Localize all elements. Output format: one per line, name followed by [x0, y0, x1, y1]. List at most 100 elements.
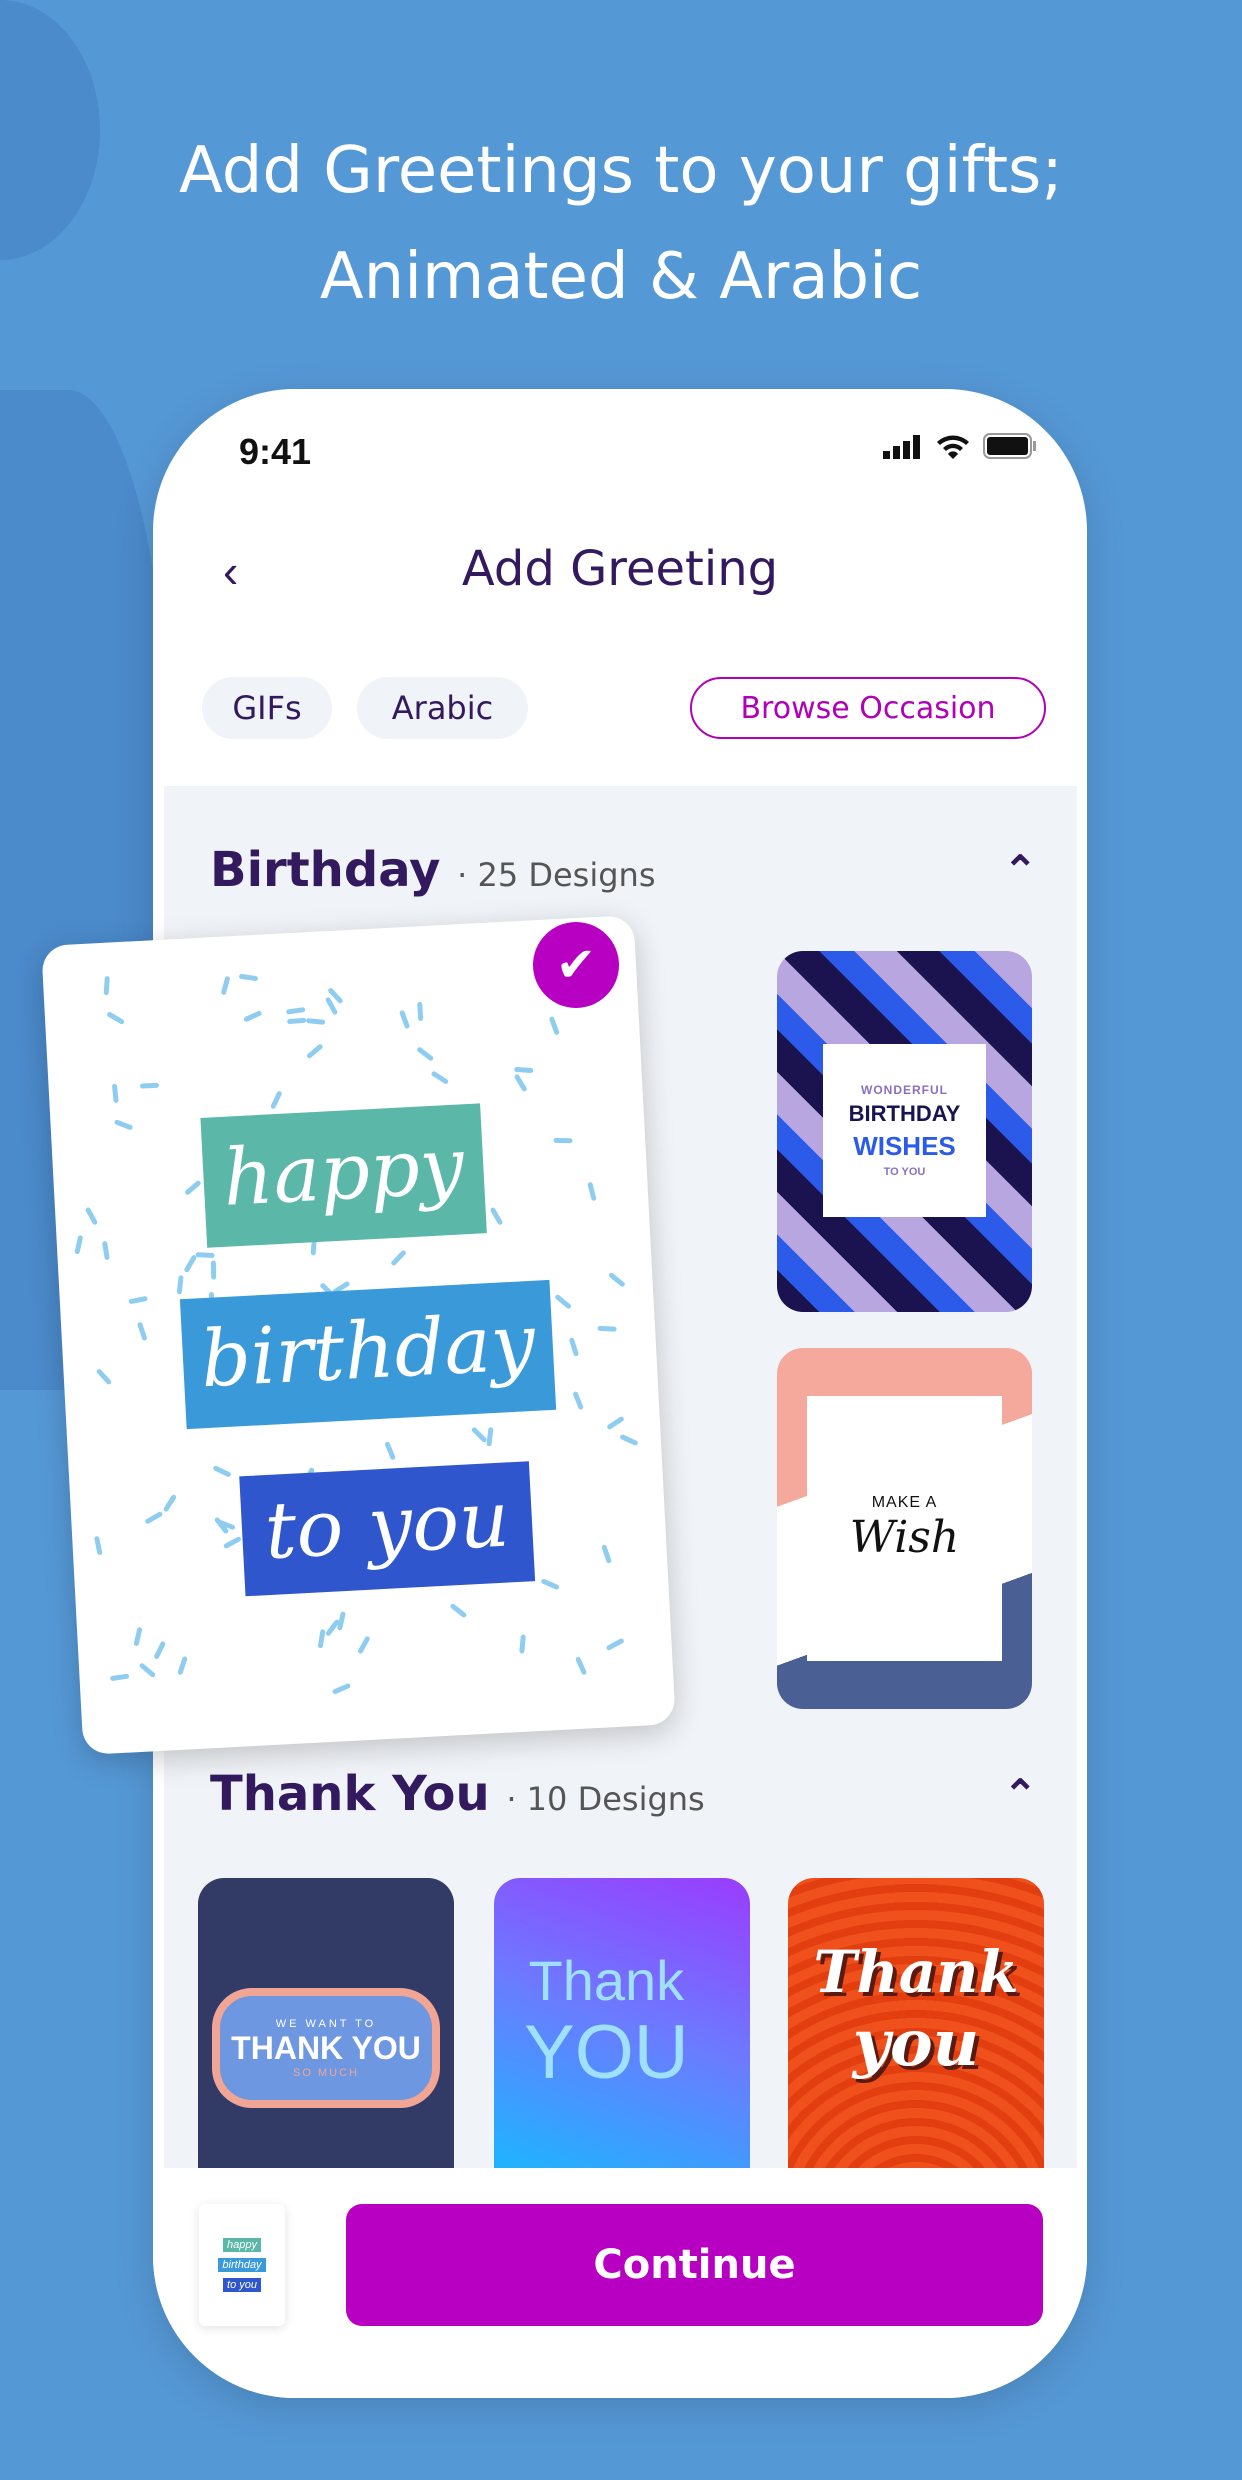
card-text: SO MUCH — [293, 2066, 359, 2079]
confetti-mark — [184, 1255, 197, 1273]
card-text: THANK YOU — [231, 2029, 421, 2066]
confetti-mark — [541, 1579, 560, 1590]
card-text: happy — [200, 1103, 487, 1248]
confetti-mark — [221, 976, 230, 995]
browse-occasion-button[interactable]: Browse Occasion — [690, 677, 1046, 739]
confetti-mark — [176, 1275, 184, 1295]
card-text: you — [852, 2006, 980, 2081]
confetti-mark — [569, 1337, 579, 1357]
confetti-mark — [490, 1207, 503, 1225]
confetti-mark — [317, 1629, 326, 1649]
card-text: BIRTHDAY — [848, 1101, 961, 1126]
confetti-mark — [239, 974, 258, 981]
thumb-text: birthday — [218, 2258, 266, 2272]
confetti-mark — [357, 1636, 370, 1654]
confetti-mark — [519, 1634, 526, 1654]
confetti-mark — [337, 1611, 346, 1631]
confetti-mark — [112, 1083, 119, 1103]
confetti-mark — [286, 1007, 306, 1015]
confetti-mark — [601, 1544, 612, 1564]
confetti-mark — [332, 1683, 351, 1695]
confetti-mark — [325, 997, 338, 1015]
greeting-card-birthday-wishes[interactable]: WONDERFUL BIRTHDAY WISHES TO YOU — [777, 951, 1032, 1312]
headline-line-1: Add Greetings to your gifts; — [179, 134, 1063, 208]
confetti-mark — [213, 1465, 231, 1477]
section-header-birthday: Birthday · 25 Designs — [210, 842, 656, 898]
confetti-mark — [94, 1536, 103, 1555]
confetti-mark — [177, 1656, 188, 1675]
confetti-mark — [114, 1119, 133, 1130]
confetti-mark — [450, 1603, 467, 1618]
confetti-mark — [163, 1494, 177, 1512]
confetti-mark — [287, 1017, 307, 1025]
status-time: 9:41 — [239, 431, 312, 472]
confetti-mark — [133, 1627, 143, 1646]
confetti-mark — [471, 1427, 487, 1443]
confetti-mark — [384, 1441, 396, 1460]
card-text: Wish — [849, 1512, 960, 1563]
confetti-mark — [573, 1391, 584, 1410]
collapse-chevron-up-icon[interactable]: ⌃ — [1003, 1772, 1037, 1818]
card-text: Thank — [813, 1938, 1019, 2006]
selected-greeting-card-happy-birthday[interactable]: happy birthday to you — [41, 915, 676, 1755]
signal-icon — [883, 435, 920, 459]
confetti-mark — [608, 1272, 625, 1287]
confetti-mark — [195, 1252, 215, 1258]
card-text: WONDERFUL — [861, 1083, 948, 1097]
collapse-chevron-up-icon[interactable]: ⌃ — [1003, 848, 1037, 894]
confetti-mark — [223, 1536, 242, 1549]
confetti-mark — [306, 1044, 323, 1059]
section-title: Thank You — [210, 1766, 490, 1822]
section-count: · 25 Designs — [457, 856, 656, 894]
confetti-mark — [107, 1012, 125, 1025]
confetti-mark — [555, 1294, 572, 1309]
confetti-mark — [417, 1047, 434, 1061]
confetti-mark — [587, 1182, 597, 1201]
card-text: WE WANT TO — [275, 2017, 377, 2030]
continue-button[interactable]: Continue — [346, 2204, 1043, 2326]
greeting-card-thank-you-script[interactable]: Thank you — [788, 1878, 1044, 2168]
greeting-card-thank-you-frame[interactable]: WE WANT TO THANK YOU SO MUCH — [198, 1878, 454, 2168]
thumb-text: to you — [223, 2278, 261, 2292]
card-text: Thank — [528, 1949, 685, 2012]
headline-line-2: Animated & Arabic — [319, 240, 923, 314]
confetti-mark — [620, 1434, 638, 1446]
greeting-card-thank-you-gradient[interactable]: Thank YOU — [494, 1878, 750, 2168]
thumb-text: happy — [223, 2238, 261, 2252]
page-title: Add Greeting — [461, 541, 779, 597]
confetti-mark — [597, 1325, 617, 1332]
confetti-mark — [514, 1074, 527, 1092]
confetti-mark — [549, 1016, 560, 1035]
confetti-mark — [306, 1018, 326, 1025]
confetti-mark — [325, 1619, 340, 1636]
confetti-mark — [154, 1641, 166, 1659]
section-header-thank-you: Thank You · 10 Designs — [210, 1766, 705, 1822]
greeting-card-make-a-wish[interactable]: MAKE A Wish — [777, 1348, 1032, 1709]
confetti-mark — [102, 1241, 110, 1260]
confetti-mark — [575, 1656, 587, 1675]
confetti-mark — [328, 988, 343, 1004]
filter-chip-arabic[interactable]: Arabic — [357, 677, 528, 739]
confetti-mark — [128, 1296, 148, 1304]
card-text: MAKE A — [871, 1494, 938, 1511]
confetti-mark — [210, 1260, 217, 1280]
confetti-mark — [85, 1207, 98, 1225]
filter-chip-gifs[interactable]: GIFs — [202, 677, 332, 739]
confetti-mark — [417, 1002, 424, 1022]
card-text: WISHES — [853, 1131, 956, 1161]
confetti-mark — [110, 1673, 130, 1681]
confetti-mark — [606, 1638, 624, 1651]
confetti-mark — [270, 1091, 282, 1109]
card-text: birthday — [179, 1279, 557, 1430]
selected-greeting-thumbnail[interactable]: happy birthday to you — [199, 2204, 285, 2326]
confetti-mark — [607, 1416, 624, 1430]
confetti-mark — [139, 1082, 159, 1089]
confetti-mark — [145, 1511, 163, 1524]
confetti-mark — [96, 1369, 112, 1385]
confetti-mark — [399, 1010, 410, 1029]
section-title: Birthday — [210, 842, 441, 898]
confetti-mark — [431, 1071, 449, 1084]
confetti-mark — [74, 1235, 83, 1255]
confetti-mark — [391, 1250, 406, 1266]
wifi-icon — [937, 435, 969, 459]
